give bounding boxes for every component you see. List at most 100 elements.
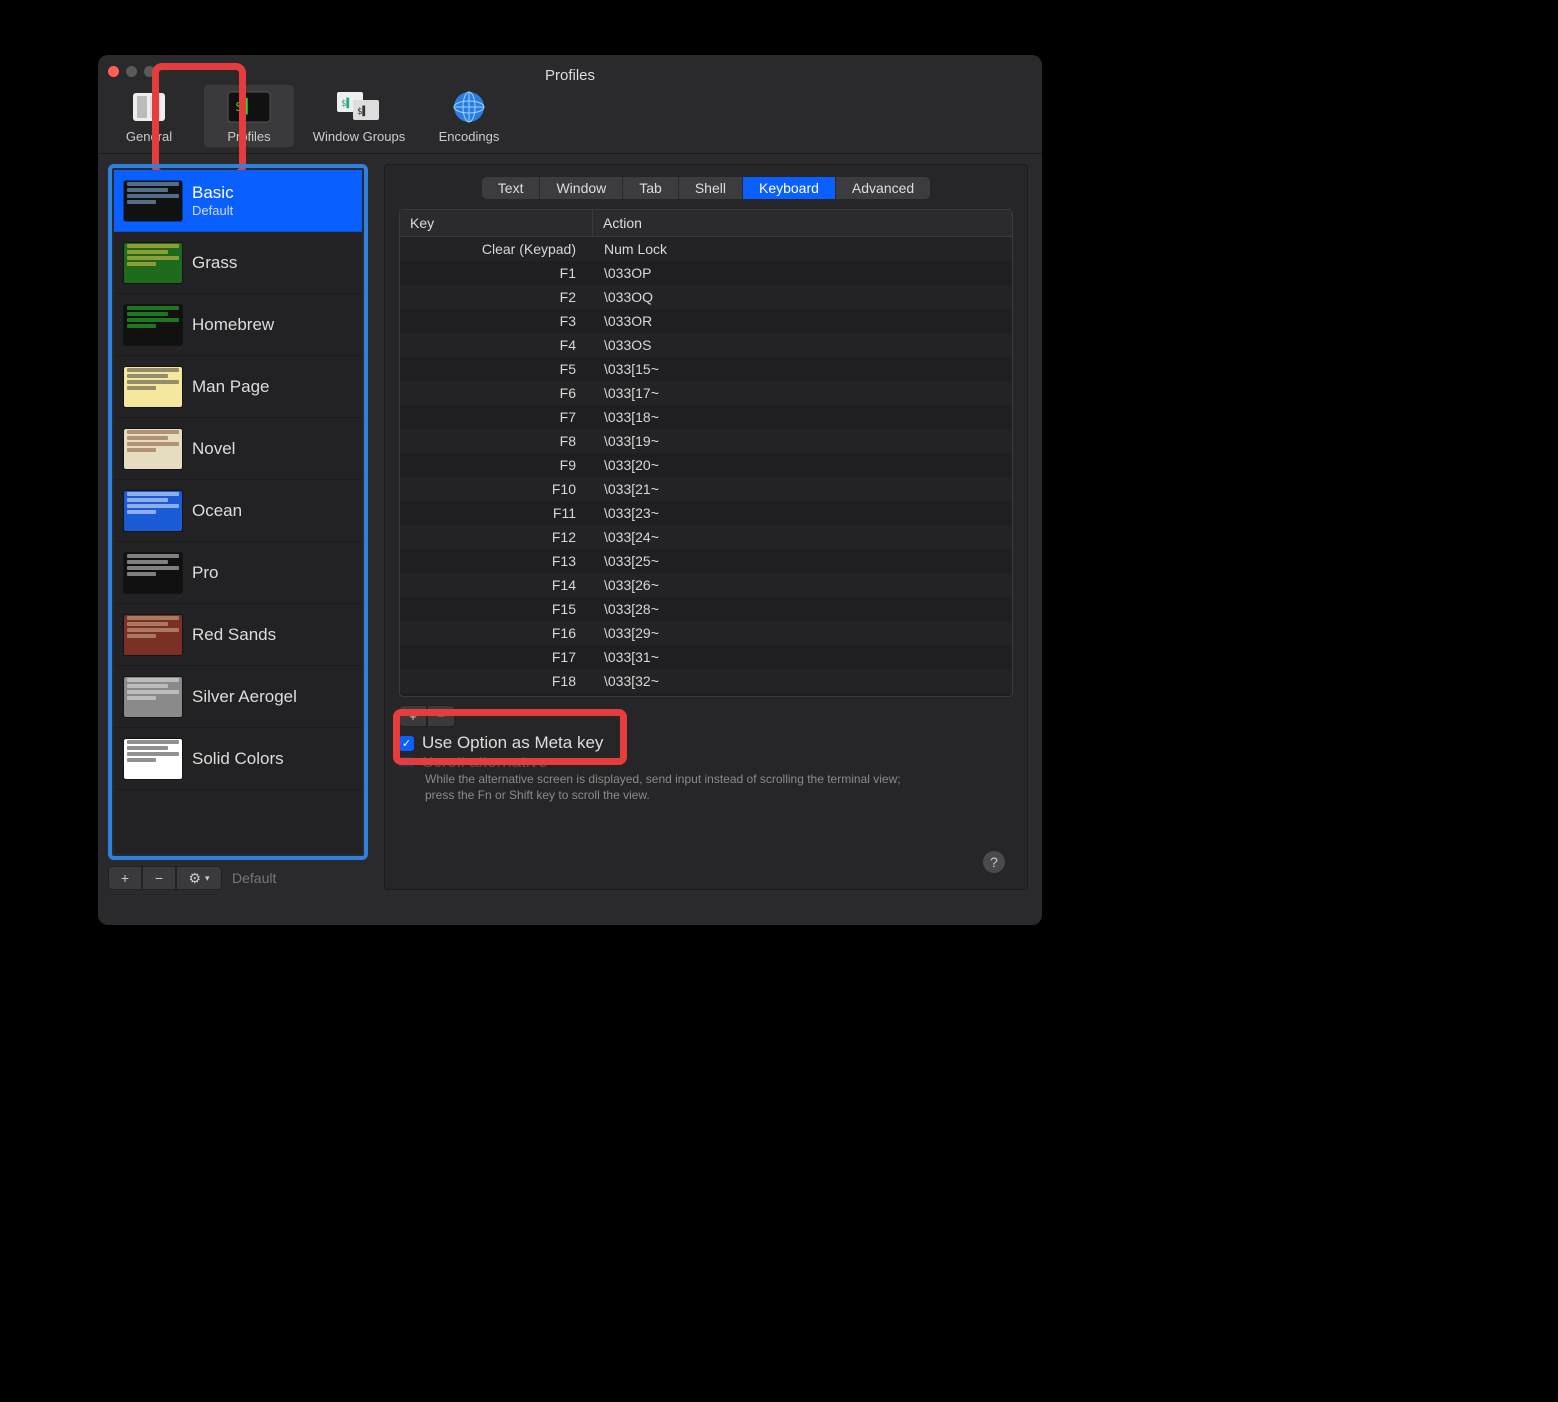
tab-window[interactable]: Window (540, 177, 623, 199)
profile-name: Ocean (192, 501, 242, 521)
scroll-alt-checkbox[interactable]: ✓ (399, 757, 414, 767)
option-meta-row[interactable]: ✓ Use Option as Meta key (399, 733, 1013, 753)
cell-action: \033[26~ (592, 577, 1012, 593)
profile-list[interactable]: BasicDefaultGrassHomebrewMan Page Novel Oc… (114, 170, 362, 854)
cell-key: F14 (400, 577, 592, 593)
remove-profile-button[interactable]: − (142, 866, 176, 890)
profile-item[interactable]: Pro (114, 542, 362, 604)
cell-key: F5 (400, 361, 592, 377)
tab-advanced[interactable]: Advanced (836, 177, 930, 199)
cell-action: \033[29~ (592, 625, 1012, 641)
svg-text:$▌: $▌ (341, 97, 352, 109)
toolbar-item-general[interactable]: General (104, 85, 194, 147)
table-row[interactable]: F3\033OR (400, 309, 1012, 333)
table-row[interactable]: F2\033OQ (400, 285, 1012, 309)
remove-keybinding-button[interactable]: − (427, 705, 455, 727)
profile-name: Pro (192, 563, 218, 583)
column-header-action[interactable]: Action (592, 210, 1012, 236)
column-header-key[interactable]: Key (400, 210, 592, 236)
profile-thumbnail (124, 677, 182, 717)
toolbar-item-profiles[interactable]: $▌ Profiles (204, 85, 294, 147)
option-meta-checkbox[interactable]: ✓ (399, 736, 414, 751)
table-row[interactable]: F14\033[26~ (400, 573, 1012, 597)
table-row[interactable]: F16\033[29~ (400, 621, 1012, 645)
profile-item[interactable]: Red Sands (114, 604, 362, 666)
cell-action: \033[31~ (592, 649, 1012, 665)
table-row[interactable]: F18\033[32~ (400, 669, 1012, 693)
table-body[interactable]: Clear (Keypad)Num LockF1\033OPF2\033OQF3… (400, 237, 1012, 696)
cell-key: F16 (400, 625, 592, 641)
toolbar-label: Window Groups (313, 129, 405, 144)
profile-thumbnail (124, 615, 182, 655)
profile-item[interactable]: Homebrew (114, 294, 362, 356)
cell-key: F8 (400, 433, 592, 449)
profile-item[interactable]: Grass (114, 232, 362, 294)
toolbar: General $▌ Profiles $▌$▌ Window Groups E… (98, 77, 1042, 154)
window-title: Profiles (98, 67, 1042, 84)
table-row[interactable]: F5\033[15~ (400, 357, 1012, 381)
table-row[interactable]: F7\033[18~ (400, 405, 1012, 429)
profile-thumbnail (124, 367, 182, 407)
table-row[interactable]: F4\033OS (400, 333, 1012, 357)
tab-shell[interactable]: Shell (679, 177, 743, 199)
cell-action: \033[21~ (592, 481, 1012, 497)
toolbar-item-window-groups[interactable]: $▌$▌ Window Groups (304, 85, 414, 147)
help-button[interactable]: ? (983, 851, 1005, 873)
table-row[interactable]: F10\033[21~ (400, 477, 1012, 501)
profile-item[interactable]: Solid Colors (114, 728, 362, 790)
add-profile-button[interactable]: + (108, 866, 142, 890)
profile-name: Basic (192, 183, 234, 203)
table-row[interactable]: F17\033[31~ (400, 645, 1012, 669)
scroll-alt-label: Scroll alternative (422, 757, 548, 767)
toolbar-label: General (126, 129, 172, 144)
table-row[interactable]: F9\033[20~ (400, 453, 1012, 477)
cell-key: F1 (400, 265, 592, 281)
cell-action: \033OR (592, 313, 1012, 329)
cell-key: F11 (400, 505, 592, 521)
tab-text[interactable]: Text (482, 177, 541, 199)
chevron-down-icon: ▾ (205, 873, 210, 884)
tab-tab[interactable]: Tab (623, 177, 679, 199)
profile-thumbnail (124, 739, 182, 779)
table-row[interactable]: F1\033OP (400, 261, 1012, 285)
table-row[interactable]: F15\033[28~ (400, 597, 1012, 621)
cell-key: F12 (400, 529, 592, 545)
cell-action: \033OP (592, 265, 1012, 281)
cell-action: \033[28~ (592, 601, 1012, 617)
table-row[interactable]: F8\033[19~ (400, 429, 1012, 453)
cell-action: \033OQ (592, 289, 1012, 305)
tab-keyboard[interactable]: Keyboard (743, 177, 836, 199)
titlebar: Profiles (98, 55, 1042, 77)
cell-key: F4 (400, 337, 592, 353)
profile-item[interactable]: Man Page (114, 356, 362, 418)
profile-item[interactable]: Novel (114, 418, 362, 480)
table-row[interactable]: F12\033[24~ (400, 525, 1012, 549)
profile-item[interactable]: Silver Aerogel (114, 666, 362, 728)
key-bindings-table: Key Action Clear (Keypad)Num LockF1\033O… (399, 209, 1013, 697)
scroll-alt-row[interactable]: ✓ Scroll alternative (399, 757, 1013, 767)
toolbar-item-encodings[interactable]: Encodings (424, 85, 514, 147)
profile-thumbnail (124, 305, 182, 345)
profile-thumbnail (124, 243, 182, 283)
set-default-button[interactable]: Default (232, 870, 276, 886)
cell-action: \033[18~ (592, 409, 1012, 425)
add-keybinding-button[interactable]: + (399, 705, 427, 727)
content-area: BasicDefaultGrassHomebrewMan PageNovelOc… (98, 154, 1042, 900)
profile-name: Novel (192, 439, 235, 459)
table-row[interactable]: F13\033[25~ (400, 549, 1012, 573)
sidebar-footer: + − ⚙︎ ▾ Default (108, 866, 368, 890)
profile-item[interactable]: BasicDefault (114, 170, 362, 232)
profile-thumbnail (124, 181, 182, 221)
terminal-icon: $▌ (225, 89, 273, 125)
cell-key: F17 (400, 649, 592, 665)
cell-key: F18 (400, 673, 592, 689)
profile-item[interactable]: Ocean (114, 480, 362, 542)
profile-thumbnail (124, 553, 182, 593)
table-row[interactable]: Clear (Keypad)Num Lock (400, 237, 1012, 261)
table-row[interactable]: F11\033[23~ (400, 501, 1012, 525)
table-row[interactable]: F6\033[17~ (400, 381, 1012, 405)
cell-key: F9 (400, 457, 592, 473)
cell-key: F6 (400, 385, 592, 401)
profile-actions-menu[interactable]: ⚙︎ ▾ (176, 866, 222, 890)
cell-key: F13 (400, 553, 592, 569)
